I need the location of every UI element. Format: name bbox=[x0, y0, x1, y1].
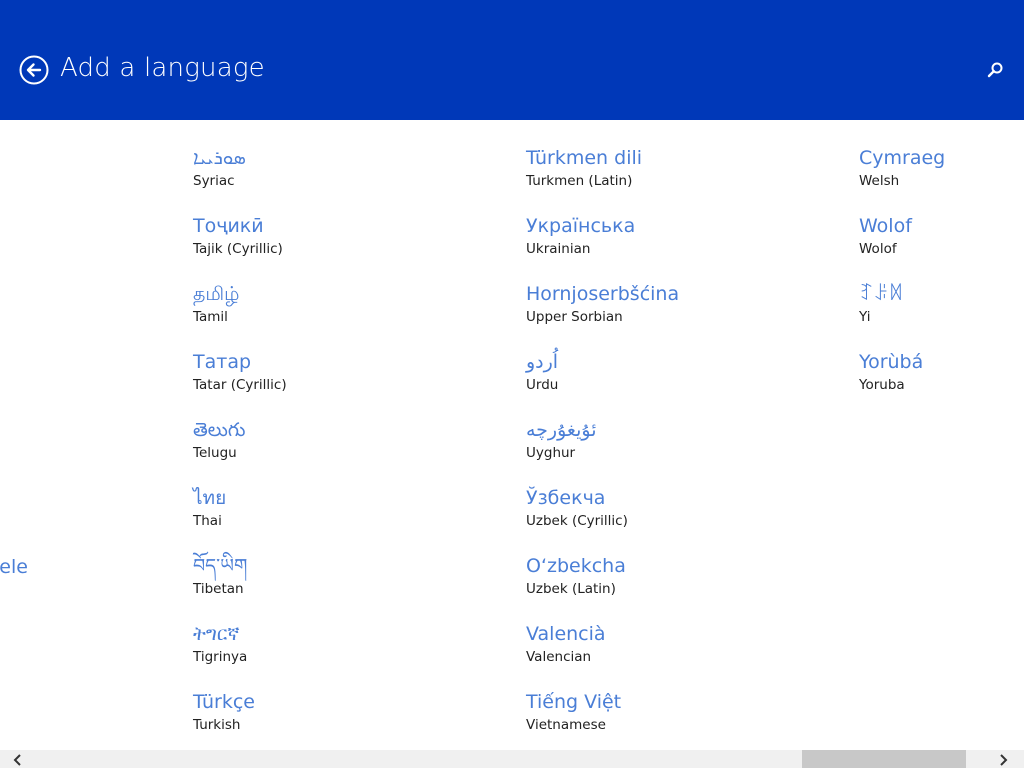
language-item-thai[interactable]: ไทย Thai bbox=[193, 485, 226, 531]
language-list: iele ܣܘܪܝܝܐ Syriac Тоҷикӣ Tajik (Cyrilli… bbox=[0, 120, 1024, 750]
language-native-name: ꆈꌠꉙ bbox=[859, 283, 904, 305]
language-item-ukrainian[interactable]: Українська Ukrainian bbox=[526, 213, 635, 259]
language-english-name: Uzbek (Cyrillic) bbox=[526, 513, 628, 529]
search-button[interactable] bbox=[983, 58, 1007, 82]
language-english-name: Thai bbox=[193, 513, 222, 529]
language-english-name: Tatar (Cyrillic) bbox=[193, 377, 287, 393]
language-native-name: Valencià bbox=[526, 623, 606, 645]
language-english-name: Turkish bbox=[193, 717, 241, 733]
language-item-yi[interactable]: ꆈꌠꉙ Yi bbox=[859, 281, 904, 327]
language-item-uzbek-cyrillic[interactable]: Ўзбекча Uzbek (Cyrillic) bbox=[526, 485, 628, 531]
language-english-name: Upper Sorbian bbox=[526, 309, 623, 325]
language-native-name: Yorùbá bbox=[859, 351, 924, 373]
language-english-name: Yi bbox=[859, 309, 871, 325]
language-item-tibetan[interactable]: བོད་ཡིག Tibetan bbox=[193, 553, 247, 599]
language-native-name: தமிழ் bbox=[193, 283, 240, 305]
language-native-name: Türkçe bbox=[193, 691, 255, 713]
language-item-turkish[interactable]: Türkçe Turkish bbox=[193, 689, 255, 735]
language-item-valencian[interactable]: Valencià Valencian bbox=[526, 621, 606, 667]
search-icon bbox=[987, 62, 1003, 78]
language-item-tamil[interactable]: தமிழ் Tamil bbox=[193, 281, 239, 327]
scrollbar-thumb[interactable] bbox=[802, 750, 966, 768]
language-item-syriac[interactable]: ܣܘܪܝܝܐ Syriac bbox=[193, 145, 246, 191]
language-english-name: Uyghur bbox=[526, 445, 576, 461]
language-native-name: Татар bbox=[193, 351, 252, 373]
language-item-welsh[interactable]: Cymraeg Welsh bbox=[859, 145, 945, 191]
language-native-name: Тоҷикӣ bbox=[193, 215, 264, 237]
language-item-tatar[interactable]: Татар Tatar (Cyrillic) bbox=[193, 349, 287, 395]
language-native-name: Wolof bbox=[859, 215, 912, 237]
language-item-wolof[interactable]: Wolof Wolof bbox=[859, 213, 912, 259]
language-native-name: བོད་ཡིག bbox=[193, 555, 248, 577]
language-english-name: Tigrinya bbox=[193, 649, 248, 665]
language-item-vietnamese[interactable]: Tiếng Việt Vietnamese bbox=[526, 689, 621, 735]
language-english-name: Uzbek (Latin) bbox=[526, 581, 616, 597]
language-native-name: ئۇيغۇرچە bbox=[526, 419, 597, 441]
language-item-tigrinya[interactable]: ትግርኛ Tigrinya bbox=[193, 621, 247, 667]
language-native-name: ትግርኛ bbox=[193, 623, 240, 645]
language-english-name: Urdu bbox=[526, 377, 559, 393]
language-item-yoruba[interactable]: Yorùbá Yoruba bbox=[859, 349, 923, 395]
language-english-name: Tibetan bbox=[193, 581, 244, 597]
back-button[interactable] bbox=[19, 55, 49, 85]
language-native-name: Ўзбекча bbox=[526, 487, 606, 509]
language-native-name: తెలుగు bbox=[193, 419, 246, 441]
language-native-name: ไทย bbox=[193, 487, 227, 509]
language-english-name: Vietnamese bbox=[526, 717, 606, 733]
language-english-name: Syriac bbox=[193, 173, 235, 189]
language-item-uyghur[interactable]: ئۇيغۇرچە Uyghur bbox=[526, 417, 596, 463]
scroll-left-button[interactable] bbox=[10, 752, 26, 766]
language-item-urdu[interactable]: اُردو Urdu bbox=[526, 349, 558, 395]
language-item-upper-sorbian[interactable]: Hornjoserbšćina Upper Sorbian bbox=[526, 281, 679, 327]
language-native-name: Tiếng Việt bbox=[526, 691, 622, 713]
language-english-name: Tajik (Cyrillic) bbox=[193, 241, 283, 257]
horizontal-scrollbar[interactable] bbox=[0, 750, 1024, 768]
chevron-left-icon bbox=[13, 754, 21, 766]
language-item-tajik[interactable]: Тоҷикӣ Tajik (Cyrillic) bbox=[193, 213, 283, 259]
language-english-name: Turkmen (Latin) bbox=[526, 173, 633, 189]
language-english-name: Valencian bbox=[526, 649, 592, 665]
language-english-name: Yoruba bbox=[859, 377, 905, 393]
language-english-name: Wolof bbox=[859, 241, 897, 257]
language-native-name: ܣܘܪܝܝܐ bbox=[193, 147, 246, 169]
scroll-right-button[interactable] bbox=[995, 752, 1011, 766]
app-header: Add a language bbox=[0, 0, 1024, 120]
chevron-right-icon bbox=[1000, 754, 1008, 766]
language-item-uzbek-latin[interactable]: O‘zbekcha Uzbek (Latin) bbox=[526, 553, 626, 599]
language-native-name: Türkmen dili bbox=[526, 147, 643, 169]
language-item-partial[interactable]: iele bbox=[0, 554, 28, 580]
language-native-name: اُردو bbox=[526, 351, 559, 373]
back-arrow-icon bbox=[19, 55, 49, 85]
language-english-name: Tamil bbox=[193, 309, 228, 325]
language-native-name: Hornjoserbšćina bbox=[526, 283, 680, 305]
language-english-name: Ukrainian bbox=[526, 241, 591, 257]
language-native-name: O‘zbekcha bbox=[526, 555, 626, 577]
page-title: Add a language bbox=[60, 53, 265, 83]
language-native-name: Українська bbox=[526, 215, 636, 237]
language-english-name: Telugu bbox=[193, 445, 237, 461]
language-native-name: Cymraeg bbox=[859, 147, 946, 169]
language-item-turkmen[interactable]: Türkmen dili Turkmen (Latin) bbox=[526, 145, 642, 191]
language-item-telugu[interactable]: తెలుగు Telugu bbox=[193, 417, 245, 463]
language-english-name: Welsh bbox=[859, 173, 900, 189]
